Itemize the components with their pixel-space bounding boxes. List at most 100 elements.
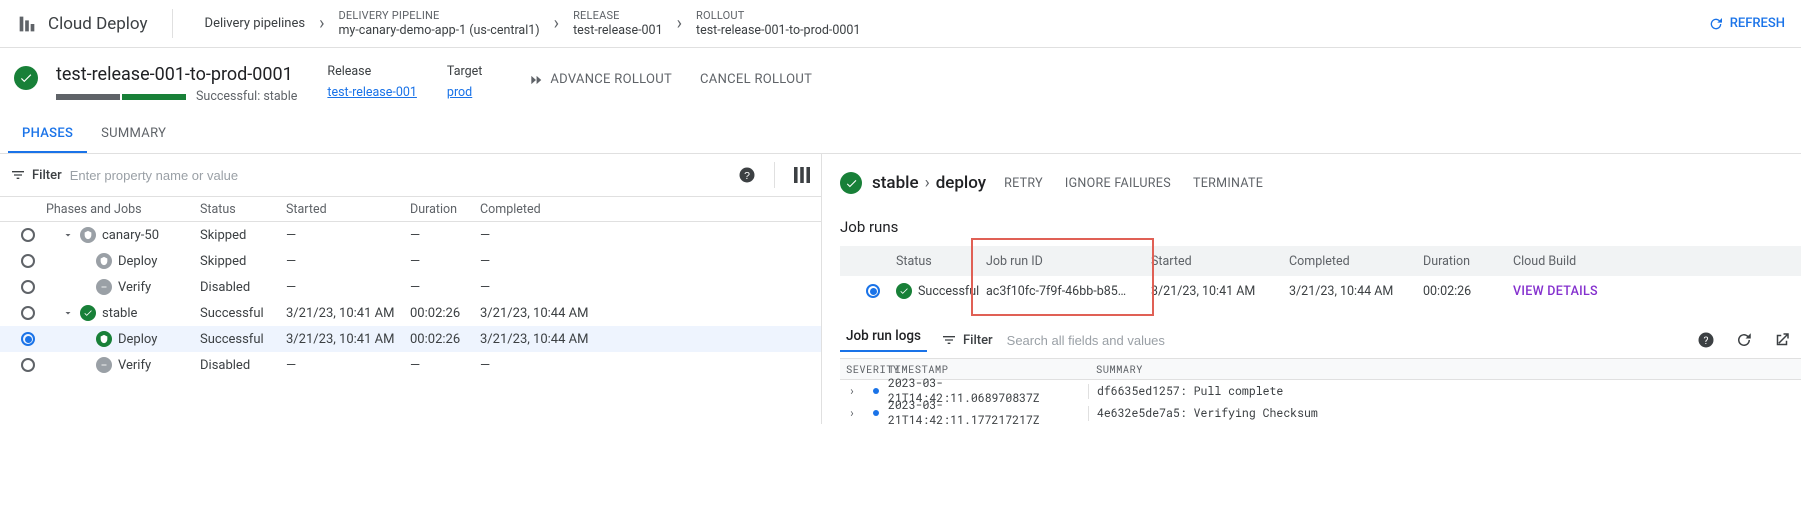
progress-label: Successful: stable (196, 89, 297, 104)
action-label: ADVANCE ROLLOUT (550, 72, 672, 87)
disabled-icon (96, 357, 112, 373)
row-duration: — (410, 254, 480, 269)
job-run-row[interactable]: Successful ac3f10fc-7f9f-46bb-b85… 3/21/… (840, 276, 1801, 306)
col-phases-jobs: Phases and Jobs (46, 202, 200, 217)
phases-filter-input[interactable] (70, 168, 730, 183)
tab-summary[interactable]: SUMMARY (87, 116, 180, 153)
row-completed: — (480, 280, 811, 295)
row-started: — (286, 358, 410, 373)
help-icon[interactable]: ? (1697, 331, 1715, 349)
target-link[interactable]: prod (447, 85, 482, 100)
release-link[interactable]: test-release-001 (327, 85, 417, 100)
tab-phases[interactable]: PHASES (8, 116, 87, 153)
breadcrumb-release[interactable]: RELEASE test-release-001 (559, 9, 677, 38)
filter-icon (941, 334, 957, 346)
job-run-duration: 00:02:26 (1423, 284, 1513, 299)
retry-button[interactable]: RETRY (1004, 176, 1043, 191)
row-radio[interactable] (21, 358, 35, 372)
phase-name: stable (872, 173, 919, 193)
phase-row[interactable]: stableSuccessful3/21/23, 10:41 AM00:02:2… (0, 300, 821, 326)
row-name: canary-50 (102, 228, 159, 243)
cancel-rollout-button[interactable]: CANCEL ROLLOUT (700, 72, 812, 87)
view-details-link[interactable]: VIEW DETAILS (1513, 284, 1598, 299)
refresh-button[interactable]: REFRESH (1708, 16, 1785, 32)
disabled-icon (96, 279, 112, 295)
breadcrumb-rollout: ROLLOUT test-release-001-to-prod-0001 (682, 9, 874, 38)
job-row[interactable]: DeploySuccessful3/21/23, 10:41 AM00:02:2… (0, 326, 821, 352)
phase-row[interactable]: canary-50Skipped——— (0, 222, 821, 248)
advance-rollout-button[interactable]: ADVANCE ROLLOUT (528, 72, 672, 87)
breadcrumbs: Delivery pipelines › DELIVERY PIPELINE m… (172, 9, 875, 38)
rollout-title: test-release-001-to-prod-0001 (56, 64, 297, 85)
col-job-run-id: Job run ID (986, 254, 1151, 269)
deploy-icon (96, 253, 112, 269)
job-row[interactable]: VerifyDisabled——— (0, 352, 821, 378)
action-label: CANCEL ROLLOUT (700, 72, 812, 87)
log-row[interactable]: ›2023-03-21T14:42:11.177217217Z4e632e5de… (840, 402, 1801, 424)
filter-label: Filter (32, 168, 62, 183)
refresh-label: REFRESH (1730, 16, 1785, 31)
chevron-down-icon (62, 307, 74, 319)
rollout-tabs: PHASES SUMMARY (0, 116, 1801, 154)
release-meta: Release test-release-001 (327, 64, 417, 100)
cloud-deploy-icon (16, 13, 38, 35)
col-started: Started (286, 202, 410, 217)
expand-icon[interactable]: › (840, 384, 864, 399)
job-row[interactable]: VerifyDisabled——— (0, 274, 821, 300)
job-run-completed: 3/21/23, 10:44 AM (1289, 284, 1423, 299)
job-runs-heading: Job runs (840, 218, 1801, 236)
row-name: stable (102, 306, 137, 321)
severity-info-icon (873, 410, 879, 416)
open-external-icon[interactable] (1773, 331, 1791, 349)
help-icon[interactable]: ? (738, 166, 756, 184)
chevron-down-icon (62, 229, 74, 241)
job-path-title: stable › deploy (872, 173, 986, 193)
svg-text:?: ? (744, 170, 750, 182)
row-started: — (286, 280, 410, 295)
breadcrumb-root[interactable]: Delivery pipelines (191, 16, 320, 31)
success-icon (80, 305, 96, 321)
row-radio-selected[interactable] (866, 284, 880, 298)
breadcrumb-value: test-release-001-to-prod-0001 (696, 23, 860, 39)
row-radio[interactable] (21, 306, 35, 320)
logs-tab[interactable]: Job run logs (840, 328, 927, 352)
row-name: Verify (118, 358, 151, 373)
row-radio[interactable] (21, 280, 35, 294)
chevron-right-icon: › (925, 173, 930, 193)
row-started: — (286, 254, 410, 269)
row-completed: 3/21/23, 10:44 AM (480, 332, 811, 347)
top-breadcrumb-bar: Cloud Deploy Delivery pipelines › DELIVE… (0, 0, 1801, 48)
row-name: Verify (118, 280, 151, 295)
row-started: 3/21/23, 10:41 AM (286, 306, 410, 321)
logs-filter-input[interactable] (1007, 333, 1683, 348)
row-radio-selected[interactable] (21, 332, 35, 346)
status-success-icon (840, 172, 862, 194)
meta-label: Target (447, 64, 482, 79)
deploy-icon (96, 331, 112, 347)
breadcrumb-pipeline[interactable]: DELIVERY PIPELINE my-canary-demo-app-1 (… (324, 9, 553, 38)
terminate-button[interactable]: TERMINATE (1193, 176, 1263, 191)
row-status: Disabled (200, 358, 286, 373)
phases-table: Phases and Jobs Status Started Duration … (0, 196, 821, 378)
row-radio[interactable] (21, 254, 35, 268)
expand-icon[interactable]: › (840, 406, 864, 421)
row-radio[interactable] (21, 228, 35, 242)
row-status: Disabled (200, 280, 286, 295)
breadcrumb-value: test-release-001 (573, 23, 663, 39)
refresh-icon[interactable] (1735, 331, 1753, 349)
filter-label: Filter (963, 333, 993, 348)
row-status: Successful (200, 332, 286, 347)
columns-icon[interactable] (793, 166, 811, 184)
row-duration: — (410, 358, 480, 373)
row-started: — (286, 228, 410, 243)
ignore-failures-button[interactable]: IGNORE FAILURES (1065, 176, 1171, 191)
col-duration: Duration (410, 202, 480, 217)
log-summary: 4e632e5de7a5: Verifying Checksum (1088, 406, 1801, 421)
status-success-icon (896, 283, 912, 299)
severity-info-icon (873, 388, 879, 394)
row-duration: — (410, 228, 480, 243)
log-summary: df6635ed1257: Pull complete (1088, 384, 1801, 399)
target-meta: Target prod (447, 64, 482, 100)
col-timestamp: TIMESTAMP (888, 362, 1088, 376)
job-row[interactable]: DeploySkipped——— (0, 248, 821, 274)
